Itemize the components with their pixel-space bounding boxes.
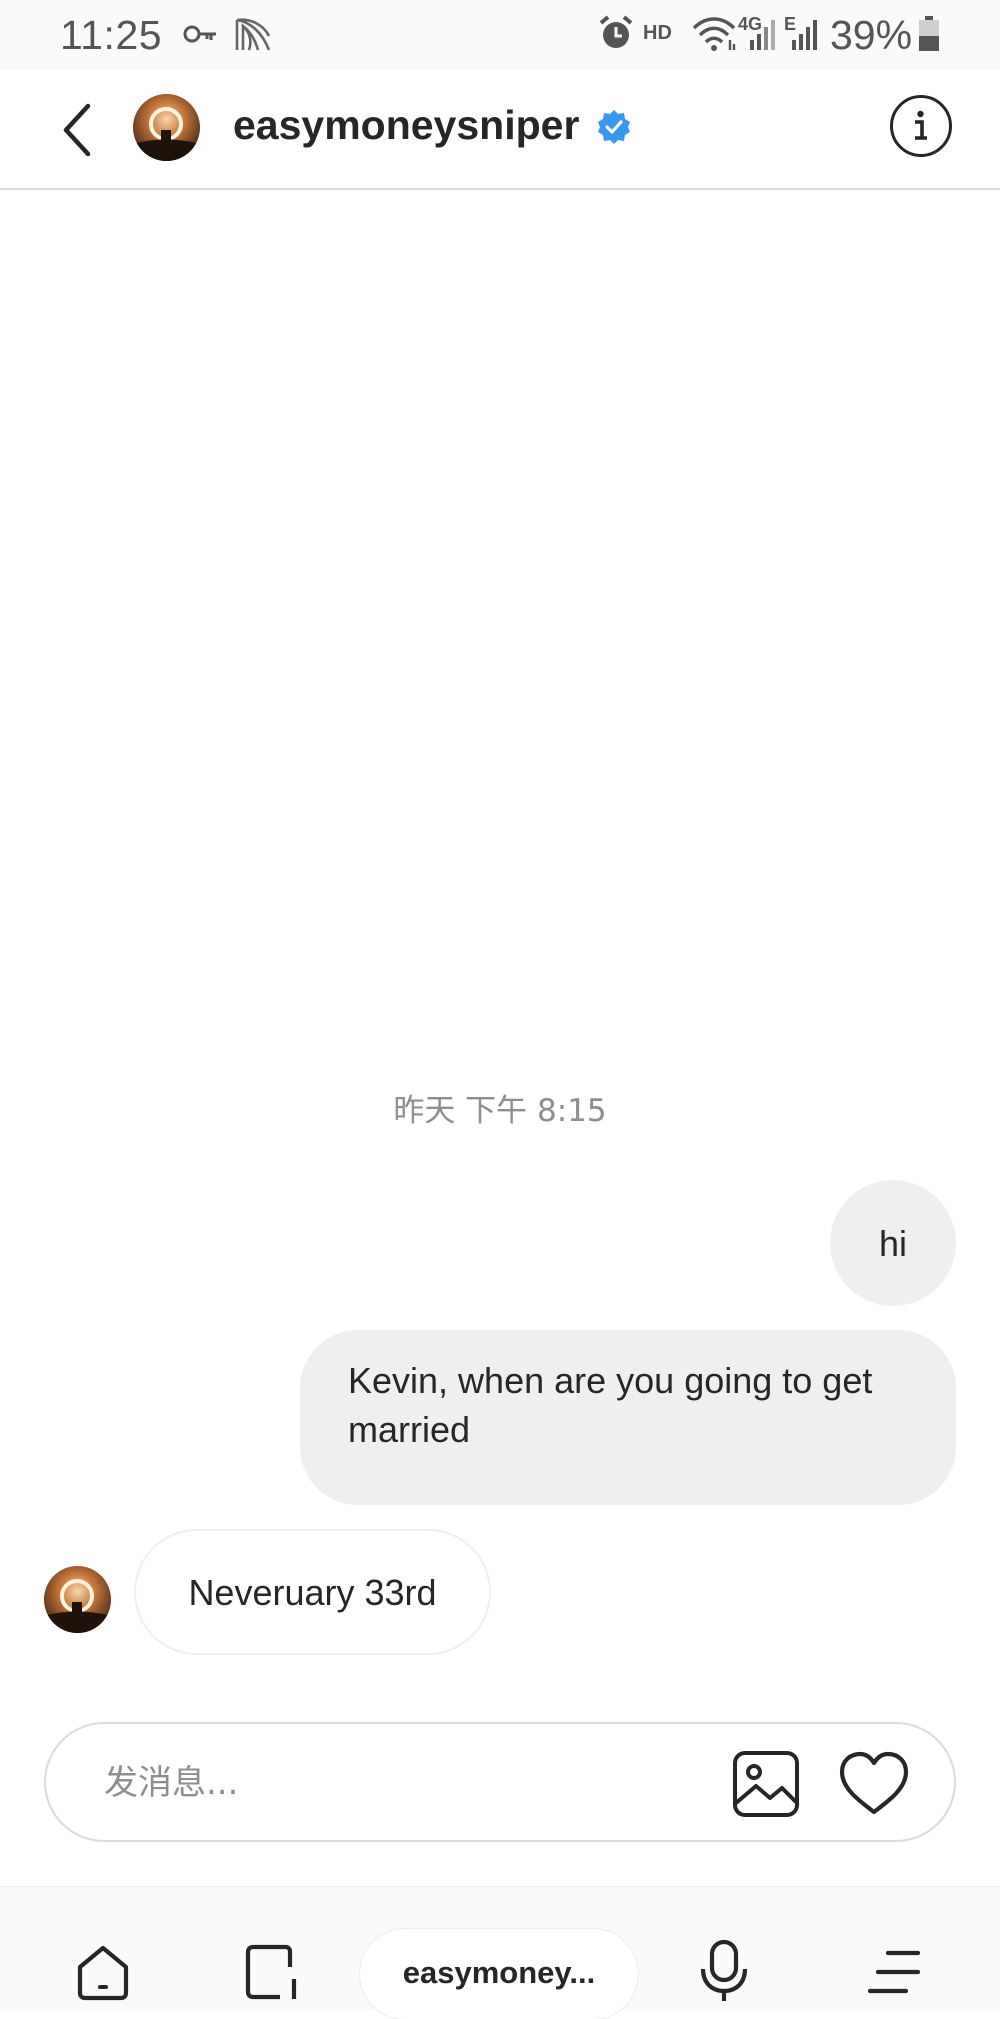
key-icon [183, 22, 219, 51]
voice-button[interactable] [698, 1939, 750, 2010]
battery-percent: 39% [830, 12, 913, 58]
verified-badge-icon [596, 109, 632, 145]
header-username[interactable]: easymoneysniper [233, 102, 579, 149]
received-message-bubble[interactable]: Neveruary 33rd [134, 1529, 491, 1655]
recents-button[interactable] [244, 1943, 302, 2006]
status-bar: 11:25 HD 4G E 39% [0, 0, 1000, 70]
recents-icon [245, 1944, 297, 2000]
signal-icon [748, 18, 778, 55]
message-text: hi [878, 1222, 908, 1264]
app-icon [234, 16, 272, 57]
message-timestamp: 昨天 下午 8:15 [393, 1093, 607, 1129]
menu-icon [867, 1950, 921, 1994]
menu-button[interactable] [866, 1947, 922, 2002]
sent-message-bubble[interactable]: hi [830, 1180, 956, 1306]
avatar[interactable] [133, 94, 200, 161]
message-text: Neveruary 33rd [188, 1571, 437, 1613]
gallery-button[interactable] [730, 1748, 802, 1820]
info-icon [915, 110, 927, 140]
signal-icon [790, 18, 820, 55]
mic-icon [700, 1939, 748, 2001]
avatar[interactable] [44, 1566, 111, 1633]
message-input[interactable] [102, 1750, 706, 1816]
conversation-header: easymoneysniper [0, 70, 1000, 190]
home-icon [77, 1945, 129, 2001]
info-button[interactable] [890, 95, 952, 157]
back-arrow-icon [63, 103, 91, 157]
message-composer [44, 1722, 956, 1842]
hd-label: HD [643, 22, 672, 44]
heart-icon [839, 1751, 909, 1815]
message-thread[interactable]: 昨天 下午 8:15 hi Kevin, when are you going … [0, 190, 1000, 1850]
current-app-pill[interactable]: easymoney... [360, 1929, 638, 2019]
wifi-icon [690, 16, 738, 57]
home-button[interactable] [74, 1943, 132, 2006]
battery-icon [918, 16, 940, 57]
status-time: 11:25 [60, 12, 163, 58]
sent-message-bubble[interactable]: Kevin, when are you going to get married [300, 1330, 956, 1505]
gallery-icon [733, 1751, 799, 1817]
back-button[interactable] [58, 100, 98, 160]
message-text: Kevin, when are you going to get married [348, 1360, 873, 1450]
alarm-icon [598, 15, 634, 58]
system-nav-bar: easymoney... [0, 1886, 1000, 2019]
like-button[interactable] [838, 1750, 910, 1818]
